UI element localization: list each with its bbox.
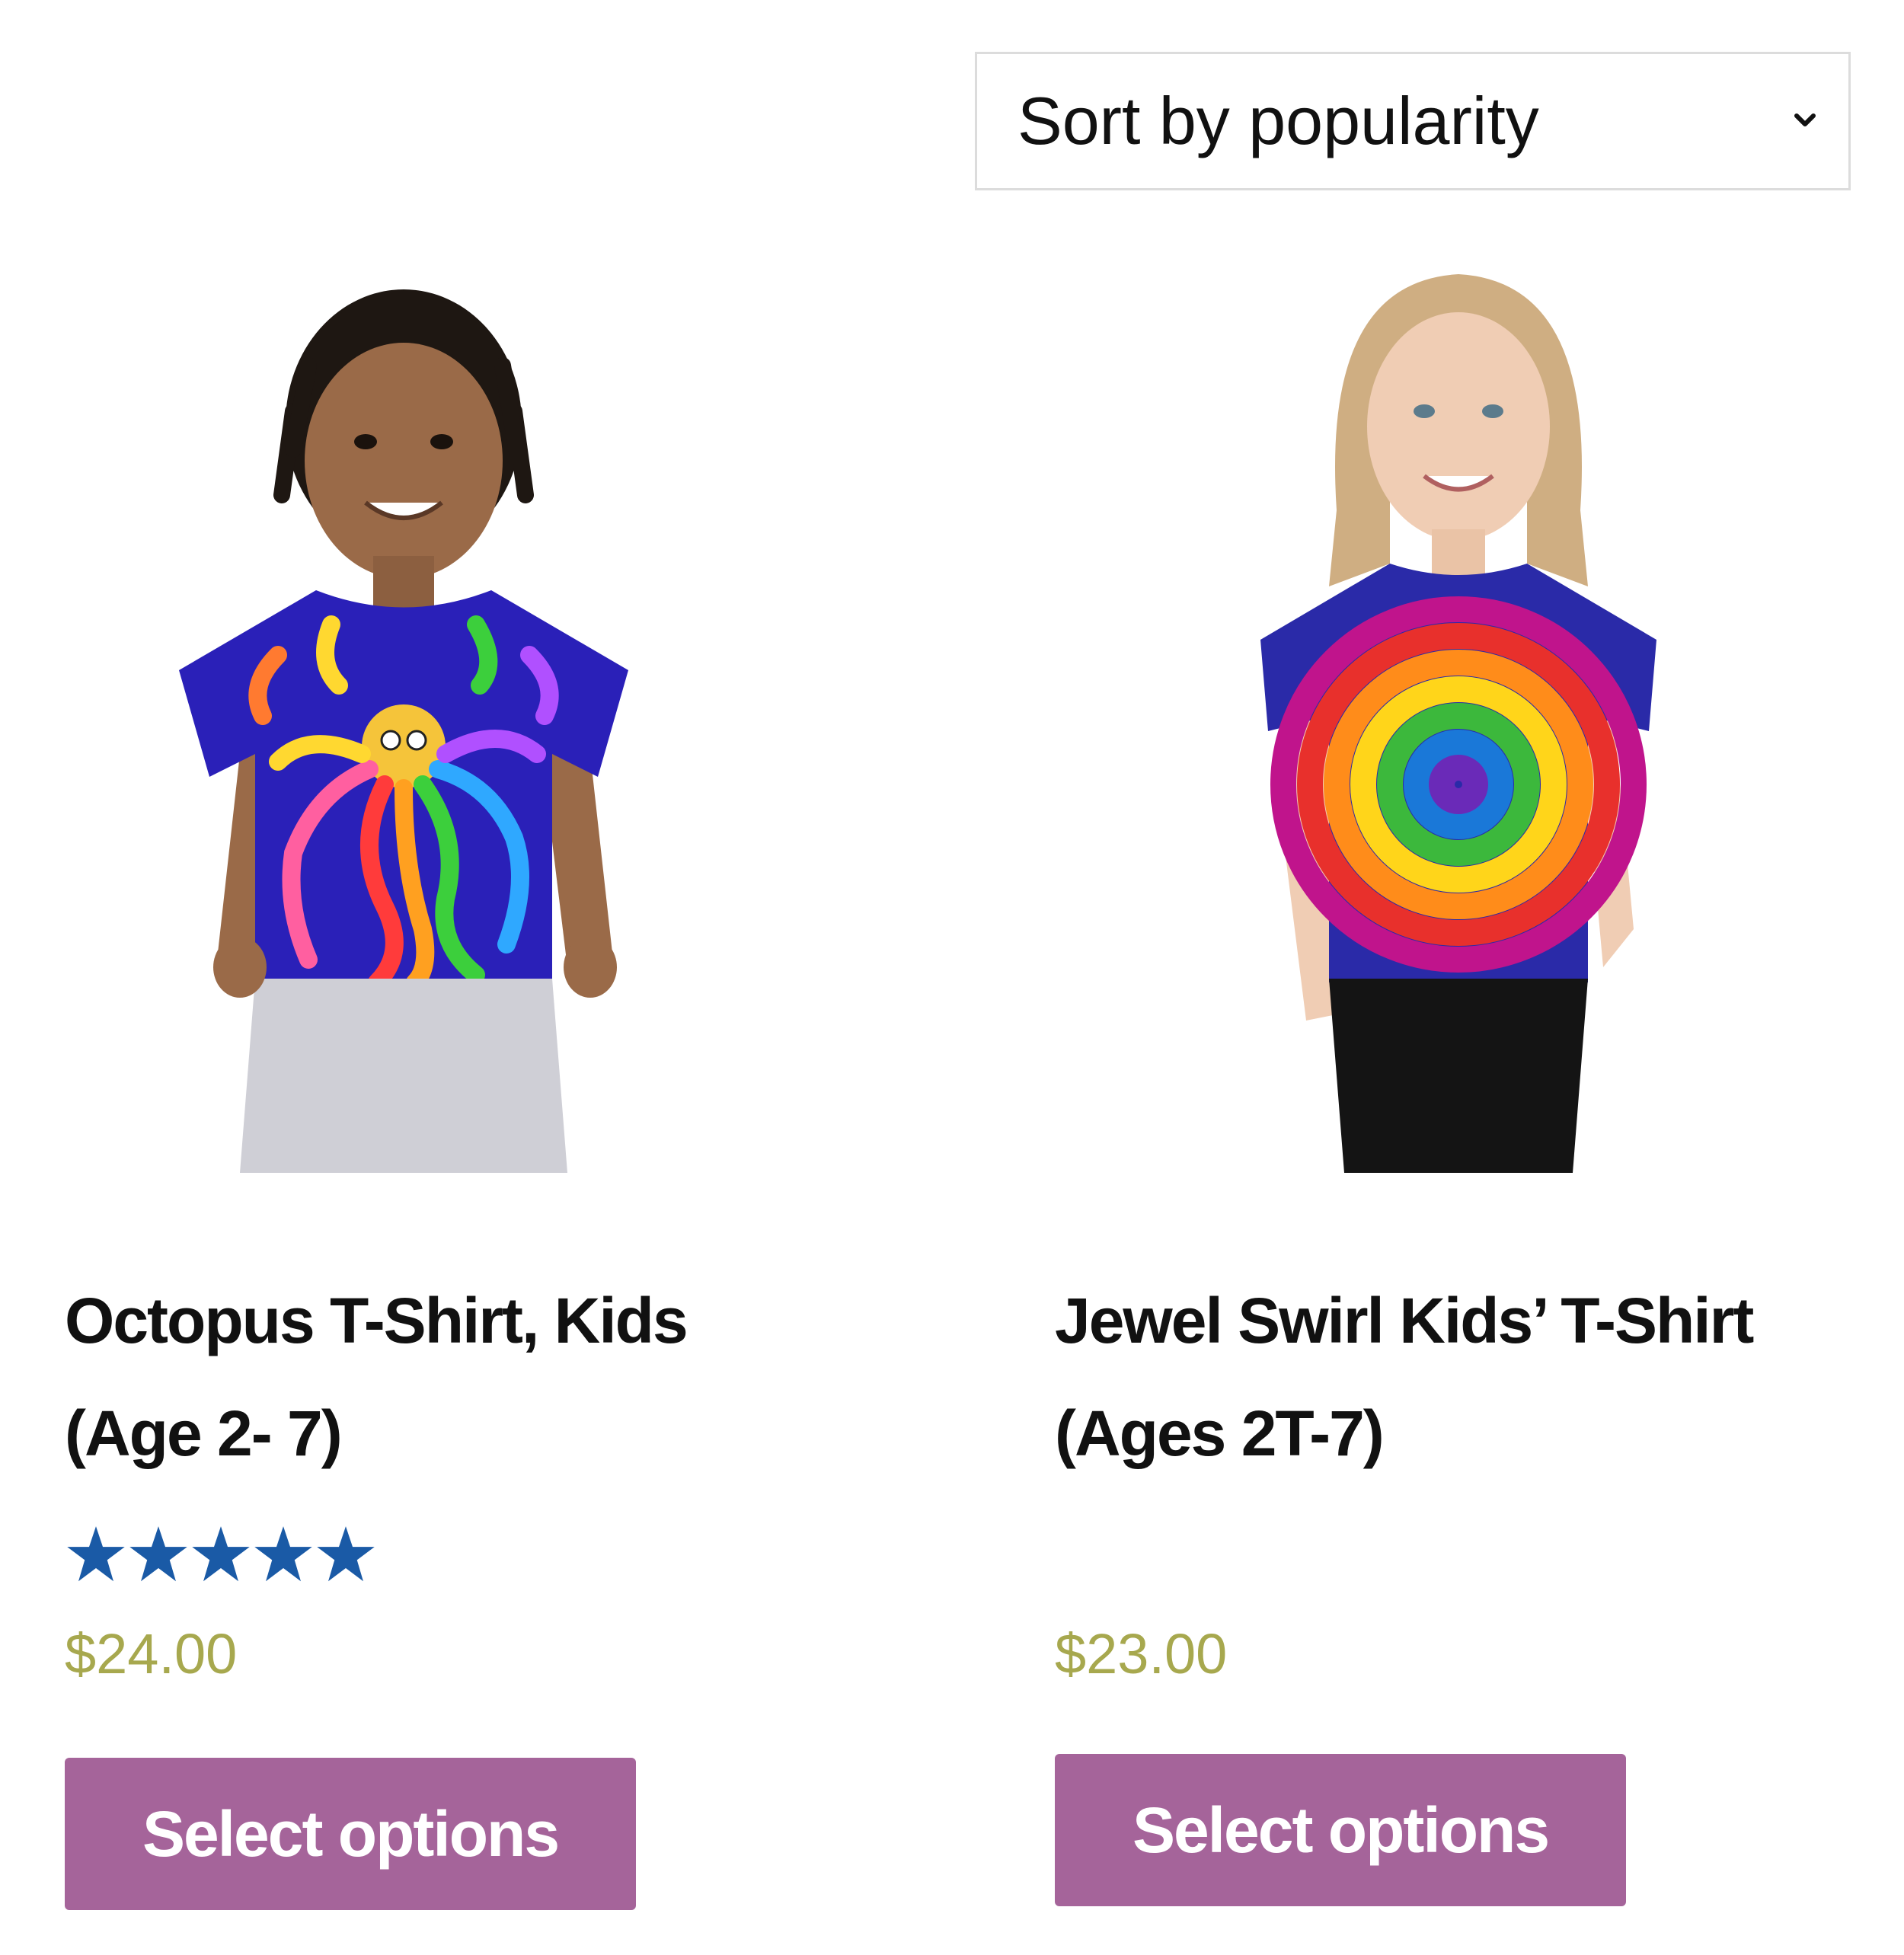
product-title[interactable]: Octopus T-Shirt, Kids (Age 2- 7) bbox=[65, 1264, 872, 1490]
product-title-line: (Ages 2T-7) bbox=[1055, 1398, 1385, 1469]
sort-select[interactable]: Sort by popularity bbox=[975, 52, 1851, 190]
product-image-octopus-tshirt[interactable] bbox=[65, 259, 872, 1173]
star-icon bbox=[67, 1526, 125, 1582]
star-icon bbox=[317, 1526, 375, 1582]
product-image-jewel-swirl-tshirt[interactable] bbox=[1055, 259, 1862, 1173]
product-price: $24.00 bbox=[65, 1622, 238, 1685]
select-options-button[interactable]: Select options bbox=[65, 1758, 636, 1910]
star-icon bbox=[129, 1526, 187, 1582]
star-icon bbox=[192, 1526, 250, 1582]
product-title-line: (Age 2- 7) bbox=[65, 1398, 343, 1469]
product-title[interactable]: Jewel Swirl Kids’ T-Shirt (Ages 2T-7) bbox=[1055, 1264, 1862, 1490]
star-rating bbox=[65, 1523, 377, 1596]
product-card-jewel-swirl: Jewel Swirl Kids’ T-Shirt (Ages 2T-7) $2… bbox=[1055, 259, 1862, 1934]
product-price: $23.00 bbox=[1055, 1622, 1228, 1685]
product-title-line: Octopus T-Shirt, Kids bbox=[65, 1285, 688, 1356]
product-title-line: Jewel Swirl Kids’ T-Shirt bbox=[1055, 1285, 1754, 1356]
sort-select-value: Sort by popularity bbox=[1017, 83, 1539, 158]
select-options-button[interactable]: Select options bbox=[1055, 1754, 1626, 1906]
product-card-octopus: Octopus T-Shirt, Kids (Age 2- 7) $24.00 … bbox=[65, 259, 872, 1934]
star-icon bbox=[254, 1526, 312, 1582]
chevron-down-icon bbox=[1794, 113, 1816, 126]
